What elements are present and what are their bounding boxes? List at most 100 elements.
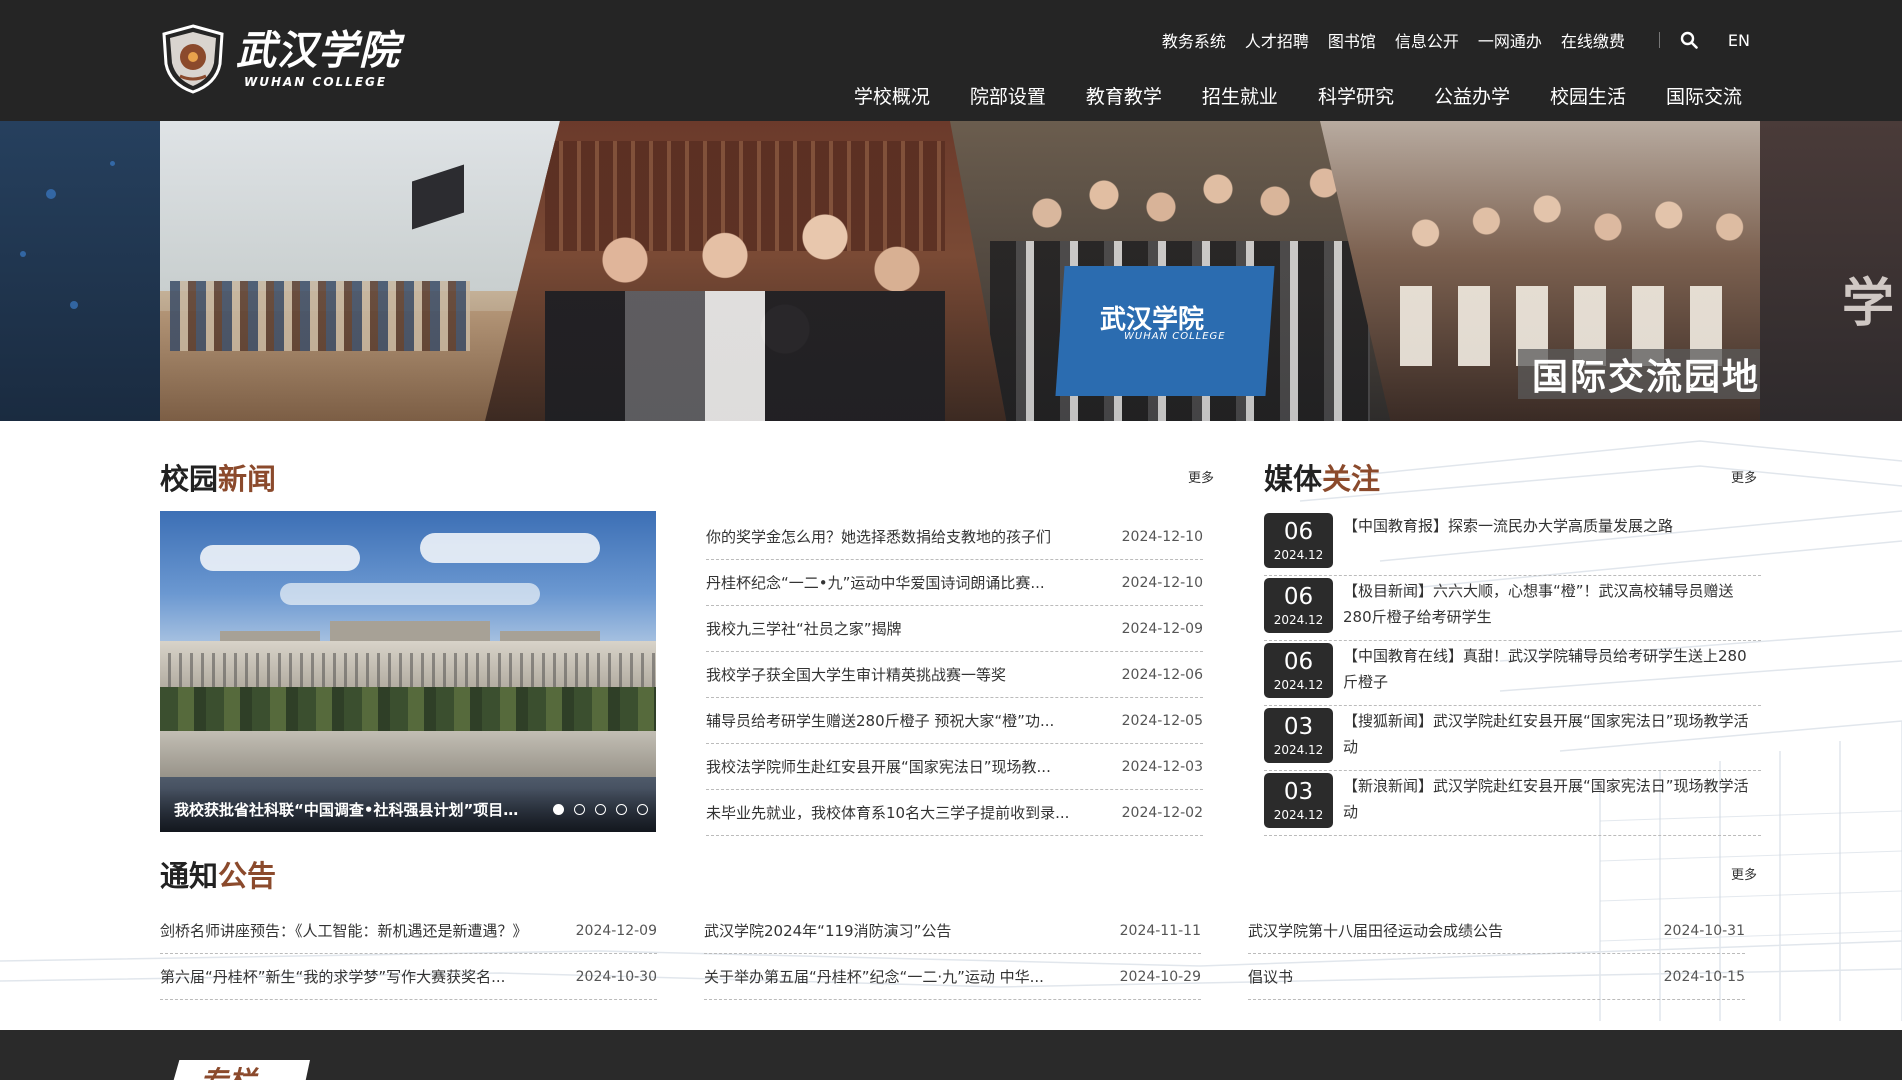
notice-title[interactable]: 倡议书 <box>1248 966 1648 987</box>
date-badge: 06 2024.12 <box>1264 643 1333 698</box>
utility-nav: 教务系统 人才招聘 图书馆 信息公开 一网通办 在线缴费 EN <box>1143 28 1750 52</box>
slider-caption-bar: 我校获批省社科联“中国调查•社科强县计划”项目… <box>160 788 656 832</box>
news-title[interactable]: 你的奖学金怎么用？她选择悉数捐给支教地的孩子们 <box>706 526 1086 547</box>
media-heading-a: 媒体 <box>1264 462 1323 496</box>
util-link-recruitment[interactable]: 人才招聘 <box>1245 28 1309 52</box>
util-link-library[interactable]: 图书馆 <box>1328 28 1376 52</box>
search-button[interactable] <box>1678 29 1700 51</box>
slider-caption-text[interactable]: 我校获批省社科联“中国调查•社科强县计划”项目… <box>174 799 550 820</box>
nav-item-education[interactable]: 教育教学 <box>1086 82 1162 109</box>
banner-photo-signing-ceremony <box>485 121 1020 421</box>
main-nav: 学校概况 院部设置 教育教学 招生就业 科学研究 公益办学 校园生活 国际交流 <box>814 82 1742 109</box>
list-item[interactable]: 我校学子获全国大学生审计精英挑战赛一等奖 2024-12-06 <box>706 652 1203 698</box>
slider-dot[interactable] <box>616 804 627 815</box>
list-item[interactable]: 丹桂杯纪念“一二•九”运动中华爱国诗词朗诵比赛... 2024-12-10 <box>706 560 1203 606</box>
list-item[interactable]: 你的奖学金怎么用？她选择悉数捐给支教地的孩子们 2024-12-10 <box>706 514 1203 560</box>
list-item[interactable]: 03 2024.12 【搜狐新闻】武汉学院赴红安县开展“国家宪法日”现场教学活动 <box>1264 706 1761 771</box>
slider-dot[interactable] <box>595 804 606 815</box>
site-header: 武汉学院 WUHAN COLLEGE 教务系统 人才招聘 图书馆 信息公开 一网… <box>0 0 1902 121</box>
list-item[interactable]: 关于举办第五届“丹桂杯”纪念“一二·九”运动 中华... 2024-10-29 <box>704 954 1201 1000</box>
util-link-info-disclosure[interactable]: 信息公开 <box>1395 28 1459 52</box>
slider-dot[interactable] <box>574 804 585 815</box>
list-item[interactable]: 未毕业先就业，我校体育系10名大三学子提前收到录... 2024-12-02 <box>706 790 1203 836</box>
campus-news-heading-b: 新闻 <box>218 462 277 496</box>
banner-flag-subtext: WUHAN COLLEGE <box>1124 331 1226 342</box>
list-item[interactable]: 武汉学院第十八届田径运动会成绩公告 2024-10-31 <box>1248 908 1745 954</box>
notice-title[interactable]: 武汉学院2024年“119消防演习”公告 <box>704 920 1104 941</box>
date-year-month: 2024.12 <box>1273 612 1324 627</box>
nav-divider <box>1658 32 1660 48</box>
slider-dots <box>543 804 648 815</box>
list-item[interactable]: 06 2024.12 【中国教育在线】真甜！武汉学院辅导员给考研学生送上280斤橙… <box>1264 641 1761 706</box>
notice-date: 2024-10-29 <box>1119 968 1201 985</box>
list-item[interactable]: 03 2024.12 【新浪新闻】武汉学院赴红安县开展“国家宪法日”现场教学活动 <box>1264 771 1761 836</box>
media-title[interactable]: 【极目新闻】六六大顺，心想事“橙”！武汉高校辅导员赠送280斤橙子给考研学生 <box>1343 576 1761 640</box>
media-heading-b: 关注 <box>1322 462 1381 496</box>
news-title[interactable]: 我校学子获全国大学生审计精英挑战赛一等奖 <box>706 664 1086 685</box>
media-title[interactable]: 【搜狐新闻】武汉学院赴红安县开展“国家宪法日”现场教学活动 <box>1343 706 1761 770</box>
slider-dot[interactable] <box>637 804 648 815</box>
hero-banner[interactable]: 武汉学院 WUHAN COLLEGE 国际交流园地>>> 学 <box>0 121 1902 421</box>
nav-item-overview[interactable]: 学校概况 <box>854 82 930 109</box>
campus-news-more-link[interactable]: 更多 <box>1188 467 1214 486</box>
campus-news-heading-a: 校园 <box>160 462 219 496</box>
media-title[interactable]: 【中国教育在线】真甜！武汉学院辅导员给考研学生送上280斤橙子 <box>1343 641 1761 705</box>
news-title[interactable]: 我校九三学社“社员之家”揭牌 <box>706 618 1086 639</box>
notice-title[interactable]: 第六届“丹桂杯”新生“我的求学梦”写作大赛获奖名... <box>160 966 560 987</box>
list-item[interactable]: 剑桥名师讲座预告：《人工智能：新机遇还是新遭遇？》 2024-12-09 <box>160 908 657 954</box>
date-year-month: 2024.12 <box>1273 742 1324 757</box>
language-switch-en[interactable]: EN <box>1728 31 1750 50</box>
date-day: 03 <box>1283 713 1314 740</box>
date-day: 03 <box>1283 778 1314 805</box>
notice-title[interactable]: 武汉学院第十八届田径运动会成绩公告 <box>1248 920 1648 941</box>
news-title[interactable]: 未毕业先就业，我校体育系10名大三学子提前收到录... <box>706 802 1086 823</box>
media-title[interactable]: 【新浪新闻】武汉学院赴红安县开展“国家宪法日”现场教学活动 <box>1343 771 1761 835</box>
date-badge: 03 2024.12 <box>1264 773 1333 828</box>
slider-dot[interactable] <box>553 804 564 815</box>
util-link-academic-system[interactable]: 教务系统 <box>1162 28 1226 52</box>
list-item[interactable]: 武汉学院2024年“119消防演习”公告 2024-11-11 <box>704 908 1201 954</box>
campus-news-list: 你的奖学金怎么用？她选择悉数捐给支教地的孩子们 2024-12-10 丹桂杯纪念“… <box>706 514 1203 836</box>
nav-item-research[interactable]: 科学研究 <box>1318 82 1394 109</box>
date-badge: 03 2024.12 <box>1264 708 1333 763</box>
list-item[interactable]: 倡议书 2024-10-15 <box>1248 954 1745 1000</box>
news-date: 2024-12-09 <box>1121 620 1203 637</box>
nav-item-departments[interactable]: 院部设置 <box>970 82 1046 109</box>
list-item[interactable]: 我校九三学社“社员之家”揭牌 2024-12-09 <box>706 606 1203 652</box>
special-column-label: 专栏 <box>200 1060 256 1080</box>
news-date: 2024-12-10 <box>1121 574 1203 591</box>
search-icon <box>1680 31 1698 49</box>
date-year-month: 2024.12 <box>1273 547 1324 562</box>
notice-title[interactable]: 关于举办第五届“丹桂杯”纪念“一二·九”运动 中华... <box>704 966 1104 987</box>
list-item[interactable]: 第六届“丹桂杯”新生“我的求学梦”写作大赛获奖名... 2024-10-30 <box>160 954 657 1000</box>
notice-heading: 通知公告 <box>160 853 276 895</box>
date-year-month: 2024.12 <box>1273 807 1324 822</box>
notice-title[interactable]: 剑桥名师讲座预告：《人工智能：新机遇还是新遭遇？》 <box>160 920 560 941</box>
util-link-online-payment[interactable]: 在线缴费 <box>1561 28 1625 52</box>
nav-item-public-welfare[interactable]: 公益办学 <box>1434 82 1510 109</box>
banner-collage: 武汉学院 WUHAN COLLEGE 国际交流园地>>> <box>160 121 1902 421</box>
nav-item-international[interactable]: 国际交流 <box>1666 82 1742 109</box>
util-link-one-stop[interactable]: 一网通办 <box>1478 28 1542 52</box>
list-item[interactable]: 我校法学院师生赴红安县开展“国家宪法日”现场教... 2024-12-03 <box>706 744 1203 790</box>
news-title[interactable]: 我校法学院师生赴红安县开展“国家宪法日”现场教... <box>706 756 1086 777</box>
nav-item-admissions[interactable]: 招生就业 <box>1202 82 1278 109</box>
notice-more-link[interactable]: 更多 <box>1731 864 1757 883</box>
nav-item-campus-life[interactable]: 校园生活 <box>1550 82 1626 109</box>
date-year-month: 2024.12 <box>1273 677 1324 692</box>
date-day: 06 <box>1283 583 1314 610</box>
list-item[interactable]: 06 2024.12 【极目新闻】六六大顺，心想事“橙”！武汉高校辅导员赠送280… <box>1264 576 1761 641</box>
media-title[interactable]: 【中国教育报】探索一流民办大学高质量发展之路 <box>1343 511 1673 575</box>
list-item[interactable]: 06 2024.12 【中国教育报】探索一流民办大学高质量发展之路 <box>1264 511 1761 576</box>
media-more-link[interactable]: 更多 <box>1731 467 1757 486</box>
news-title[interactable]: 丹桂杯纪念“一二•九”运动中华爱国诗词朗诵比赛... <box>706 572 1086 593</box>
news-image-slider[interactable]: 我校获批省社科联“中国调查•社科强县计划”项目… <box>160 511 656 832</box>
date-day: 06 <box>1283 518 1314 545</box>
notice-date: 2024-10-31 <box>1663 922 1745 939</box>
news-title[interactable]: 辅导员给考研学生赠送280斤橙子 预祝大家“橙”功... <box>706 710 1086 731</box>
site-logo[interactable]: 武汉学院 WUHAN COLLEGE <box>160 24 400 94</box>
list-item[interactable]: 辅导员给考研学生赠送280斤橙子 预祝大家“橙”功... 2024-12-05 <box>706 698 1203 744</box>
media-heading: 媒体关注 <box>1264 456 1380 498</box>
date-badge: 06 2024.12 <box>1264 513 1333 568</box>
banner-side-char: 学 <box>1841 274 1894 334</box>
